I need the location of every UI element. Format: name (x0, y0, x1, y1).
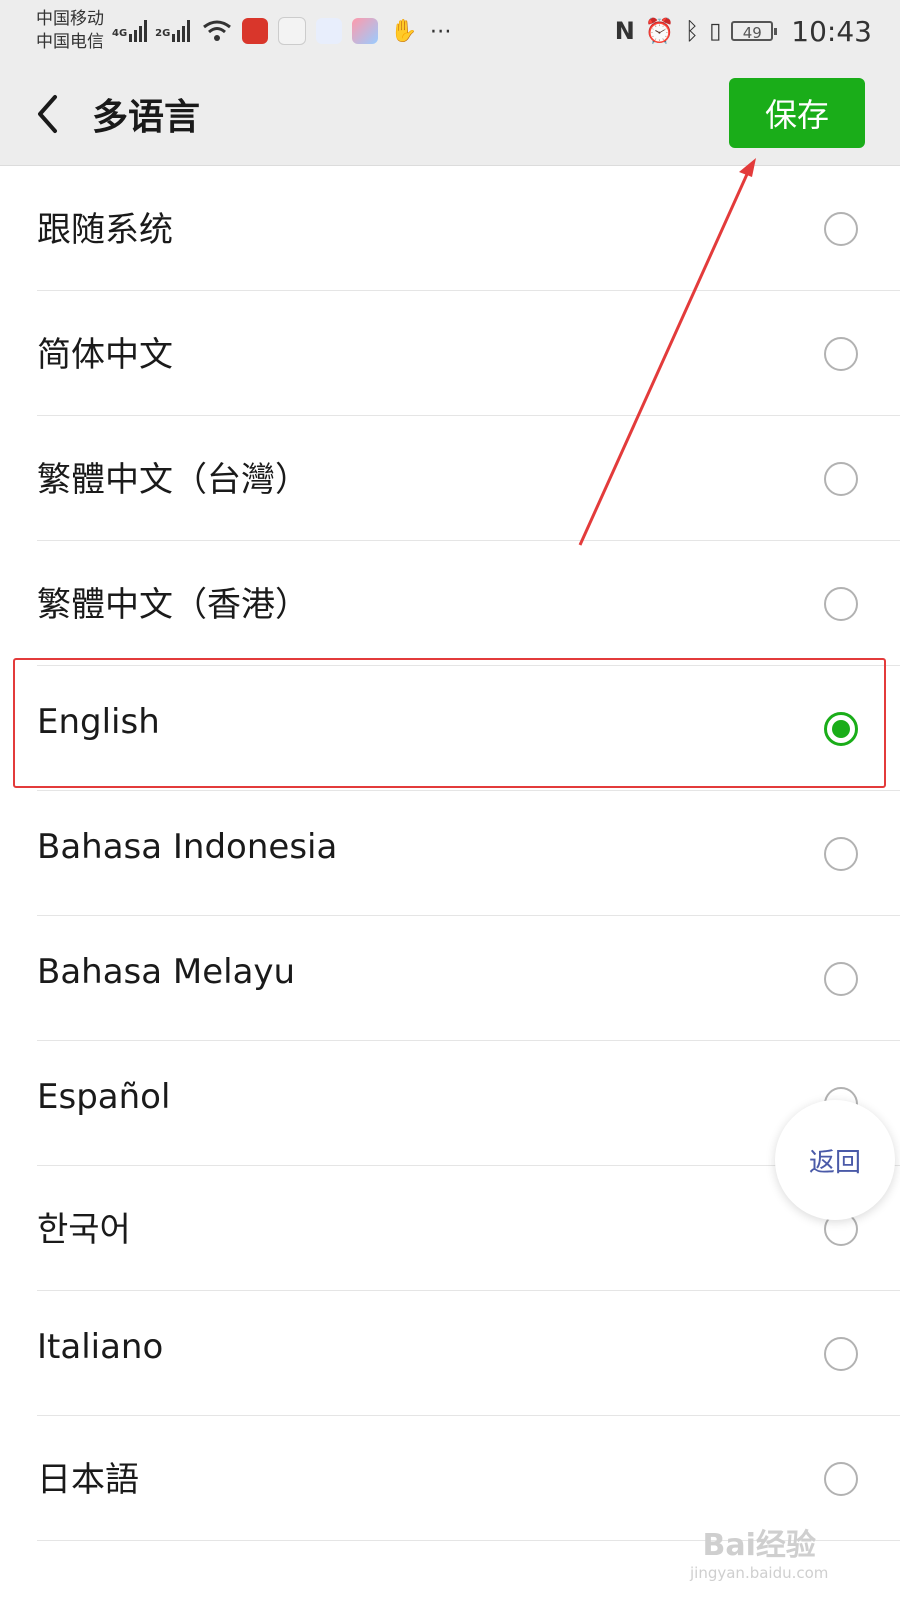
language-label: 跟随系统 (37, 210, 173, 250)
language-label: English (37, 702, 160, 742)
status-bar: 中国移动 中国电信 4G 2G ✋ ⋯ N ⏰ ᛒ ▯ 49 10:43 (0, 0, 900, 62)
vibrate-icon: ▯ (709, 18, 722, 44)
network-type-2: 2G (155, 28, 171, 39)
app-notification-icon (242, 18, 269, 44)
watermark-line-1: Bai经验 (702, 1528, 816, 1563)
more-icon: ⋯ (429, 18, 452, 44)
nav-bar: 多语言 保存 (0, 62, 900, 166)
radio-unchecked-icon[interactable] (824, 1337, 858, 1371)
wifi-icon (202, 19, 232, 43)
page-title: 多语言 (92, 97, 201, 138)
battery-icon: 49 (731, 21, 778, 42)
signal-4g: 4G (112, 20, 148, 42)
chevron-left-icon (38, 95, 57, 133)
network-type-1: 4G (112, 28, 128, 39)
save-button[interactable]: 保存 (729, 78, 865, 148)
carrier-1: 中国移动 (36, 9, 104, 29)
language-option[interactable]: Bahasa Melayu (0, 916, 900, 1041)
language-label: 繁體中文（香港） (37, 585, 309, 625)
language-option[interactable]: Español (0, 1041, 900, 1166)
radio-unchecked-icon[interactable] (824, 212, 858, 246)
photos-notification-icon (352, 18, 379, 44)
map-notification-icon (278, 17, 307, 45)
language-label: Bahasa Melayu (37, 952, 296, 992)
clock: 10:43 (791, 14, 872, 48)
back-button[interactable] (22, 84, 72, 144)
carrier-names: 中国移动 中国电信 (36, 8, 104, 54)
radio-unchecked-icon[interactable] (824, 587, 858, 621)
radio-unchecked-icon[interactable] (824, 337, 858, 371)
language-option[interactable]: English (0, 666, 900, 791)
radio-unchecked-icon[interactable] (824, 1462, 858, 1496)
signal-bars-icon (129, 20, 148, 42)
language-label: 한국어 (37, 1210, 131, 1250)
language-label: 简体中文 (37, 335, 173, 375)
language-label: 繁體中文（台灣） (37, 460, 309, 500)
radio-unchecked-icon[interactable] (824, 837, 858, 871)
signal-2g: 2G (155, 20, 191, 42)
alarm-icon: ⏰ (644, 17, 675, 45)
watermark-line-2: jingyan.baidu.com (690, 1564, 829, 1582)
language-list: 跟随系统简体中文繁體中文（台灣） 繁體中文（香港） English Bahasa In… (0, 166, 900, 1541)
watermark-logo: Bai经验 jingyan.baidu.com (690, 1520, 828, 1582)
language-option[interactable]: 跟随系统 (0, 166, 900, 291)
floating-back-button[interactable]: 返回 (775, 1100, 895, 1220)
language-label: 日本語 (37, 1460, 139, 1500)
language-label: Español (37, 1077, 171, 1117)
status-right: N ⏰ ᛒ ▯ 49 10:43 (615, 15, 872, 48)
baidu-notification-icon (316, 18, 343, 44)
bluetooth-icon: ᛒ (684, 17, 700, 45)
carrier-2: 中国电信 (36, 32, 104, 52)
language-option[interactable]: Italiano (0, 1291, 900, 1416)
radio-unchecked-icon[interactable] (824, 962, 858, 996)
nfc-icon: N (614, 17, 635, 45)
language-label: Italiano (37, 1327, 164, 1367)
language-label: Bahasa Indonesia (37, 827, 338, 867)
language-option[interactable]: 繁體中文（香港） (0, 541, 900, 666)
radio-unchecked-icon[interactable] (824, 462, 858, 496)
radio-checked-icon[interactable] (824, 712, 858, 746)
language-option[interactable]: Bahasa Indonesia (0, 791, 900, 916)
language-option[interactable]: 한국어 (0, 1166, 900, 1291)
language-option[interactable]: 繁體中文（台灣） (0, 416, 900, 541)
hand-icon: ✋ (390, 18, 418, 44)
language-option[interactable]: 简体中文 (0, 291, 900, 416)
signal-bars-icon (172, 20, 191, 42)
